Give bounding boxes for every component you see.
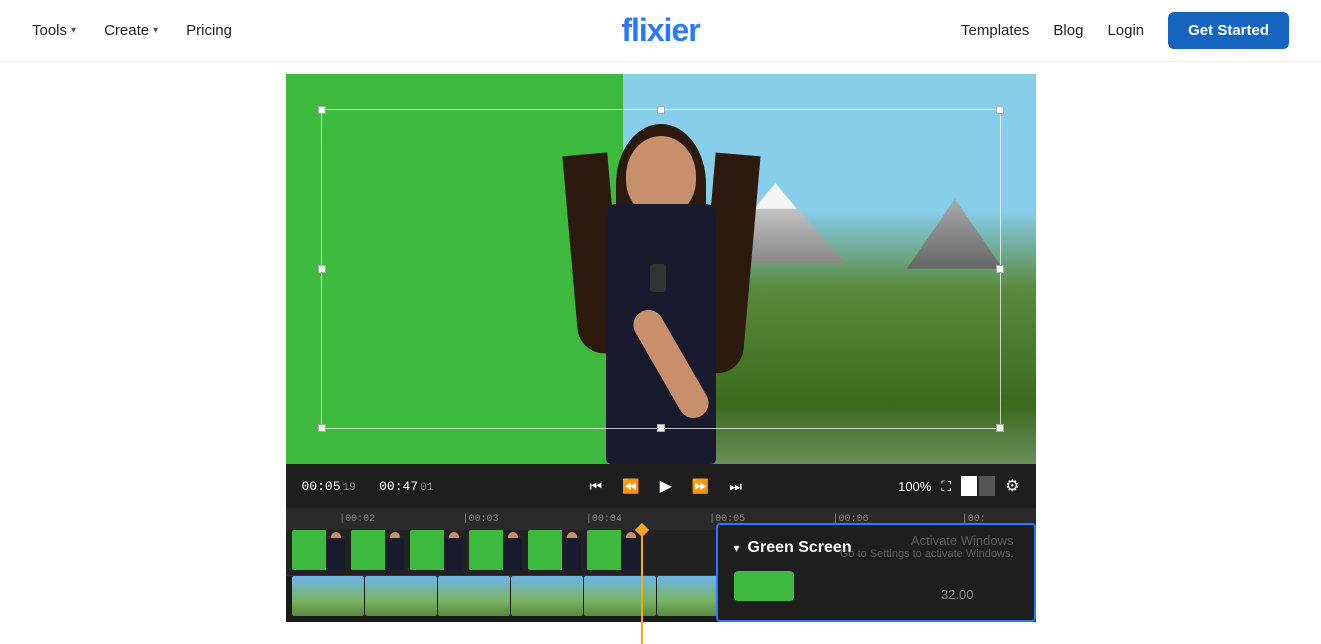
fullscreen-button[interactable]: ⛶ [941, 478, 951, 495]
activate-windows-overlay: Activate Windows Go to Settings to activ… [840, 533, 1014, 560]
clip-6[interactable] [587, 530, 645, 570]
video-preview[interactable] [286, 74, 1036, 464]
create-chevron-icon: ▾ [153, 25, 158, 36]
clip-2-person [386, 538, 404, 570]
clip-5-person [563, 538, 581, 570]
person-phone [650, 264, 666, 292]
view-btn-1[interactable] [961, 476, 977, 496]
clip-5[interactable] [528, 530, 586, 570]
mountain-far-peak [895, 199, 1015, 269]
controls-right: 100% ⛶ ⚙ [898, 476, 1019, 496]
clip-3-green [410, 530, 445, 570]
clip-1-green [292, 530, 327, 570]
mountain-clip-1[interactable] [292, 576, 364, 616]
video-controls-bar: 00:0519 00:4701 ⏮ ⏪ ▶ ⏩ ⏭ 100% ⛶ ⚙ [286, 464, 1036, 508]
mountain-clip-4[interactable] [511, 576, 583, 616]
clip-2[interactable] [351, 530, 409, 570]
skip-to-start-button[interactable]: ⏮ [588, 476, 605, 497]
playback-controls: ⏮ ⏪ ▶ ⏩ ⏭ [445, 474, 886, 498]
clip-4[interactable] [469, 530, 527, 570]
activate-windows-title: Activate Windows [840, 533, 1014, 548]
clip-1[interactable] [292, 530, 350, 570]
skip-to-end-button[interactable]: ⏭ [727, 476, 744, 497]
view-toggle [961, 476, 995, 496]
mountain-clip-5[interactable] [584, 576, 656, 616]
gs-collapse-icon[interactable]: ▾ [734, 541, 740, 555]
gs-controls [734, 571, 1018, 606]
nav-tools[interactable]: Tools ▾ [32, 22, 76, 39]
settings-button[interactable]: ⚙ [1005, 476, 1019, 496]
video-clips [286, 530, 651, 575]
ruler-mark-2: |00:03 [419, 514, 542, 525]
clip-4-green [469, 530, 504, 570]
time-current-display: 00:0519 00:4701 [302, 479, 434, 494]
site-logo[interactable]: flixier [621, 12, 699, 49]
gs-color-picker[interactable] [734, 571, 794, 601]
nav-create[interactable]: Create ▾ [104, 22, 158, 39]
fast-forward-button[interactable]: ⏩ [690, 476, 711, 497]
nav-right: Templates Blog Login Get Started [961, 12, 1289, 49]
tools-chevron-icon: ▾ [71, 25, 76, 36]
rewind-button[interactable]: ⏪ [620, 476, 641, 497]
clip-1-person [327, 538, 345, 570]
playhead[interactable] [641, 530, 643, 644]
view-btn-2[interactable] [979, 476, 995, 496]
person-arm [628, 305, 714, 424]
nav-blog[interactable]: Blog [1053, 22, 1083, 39]
clip-4-person [504, 538, 522, 570]
clip-5-green [528, 530, 563, 570]
gs-panel-title: Green Screen [748, 539, 852, 557]
ruler-mark-1: |00:02 [296, 514, 419, 525]
mountain-clip-2[interactable] [365, 576, 437, 616]
nav-left: Tools ▾ Create ▾ Pricing [32, 22, 232, 39]
nav-pricing[interactable]: Pricing [186, 22, 232, 39]
ruler-mark-3: |00:04 [542, 514, 665, 525]
clip-3[interactable] [410, 530, 468, 570]
nav-login[interactable]: Login [1107, 22, 1144, 39]
green-screen-panel: ▾ Green Screen 32.00 Activate Windows Go… [716, 523, 1036, 622]
editor-container: 00:0519 00:4701 ⏮ ⏪ ▶ ⏩ ⏭ 100% ⛶ ⚙ [0, 62, 1321, 622]
gs-threshold-value: 32.00 [941, 587, 974, 602]
zoom-level-label: 100% [898, 479, 931, 494]
get-started-button[interactable]: Get Started [1168, 12, 1289, 49]
clip-6-green [587, 530, 622, 570]
mountain-clip-3[interactable] [438, 576, 510, 616]
header: Tools ▾ Create ▾ Pricing flixier Templat… [0, 0, 1321, 62]
play-button[interactable]: ▶ [658, 474, 674, 498]
person-figure [551, 124, 771, 464]
nav-templates[interactable]: Templates [961, 22, 1029, 39]
person-body [606, 204, 716, 464]
clip-3-person [445, 538, 463, 570]
clip-6-person [622, 538, 640, 570]
clip-2-green [351, 530, 386, 570]
activate-windows-subtitle: Go to Settings to activate Windows. [840, 548, 1014, 560]
editor-area: 00:0519 00:4701 ⏮ ⏪ ▶ ⏩ ⏭ 100% ⛶ ⚙ [286, 74, 1036, 622]
